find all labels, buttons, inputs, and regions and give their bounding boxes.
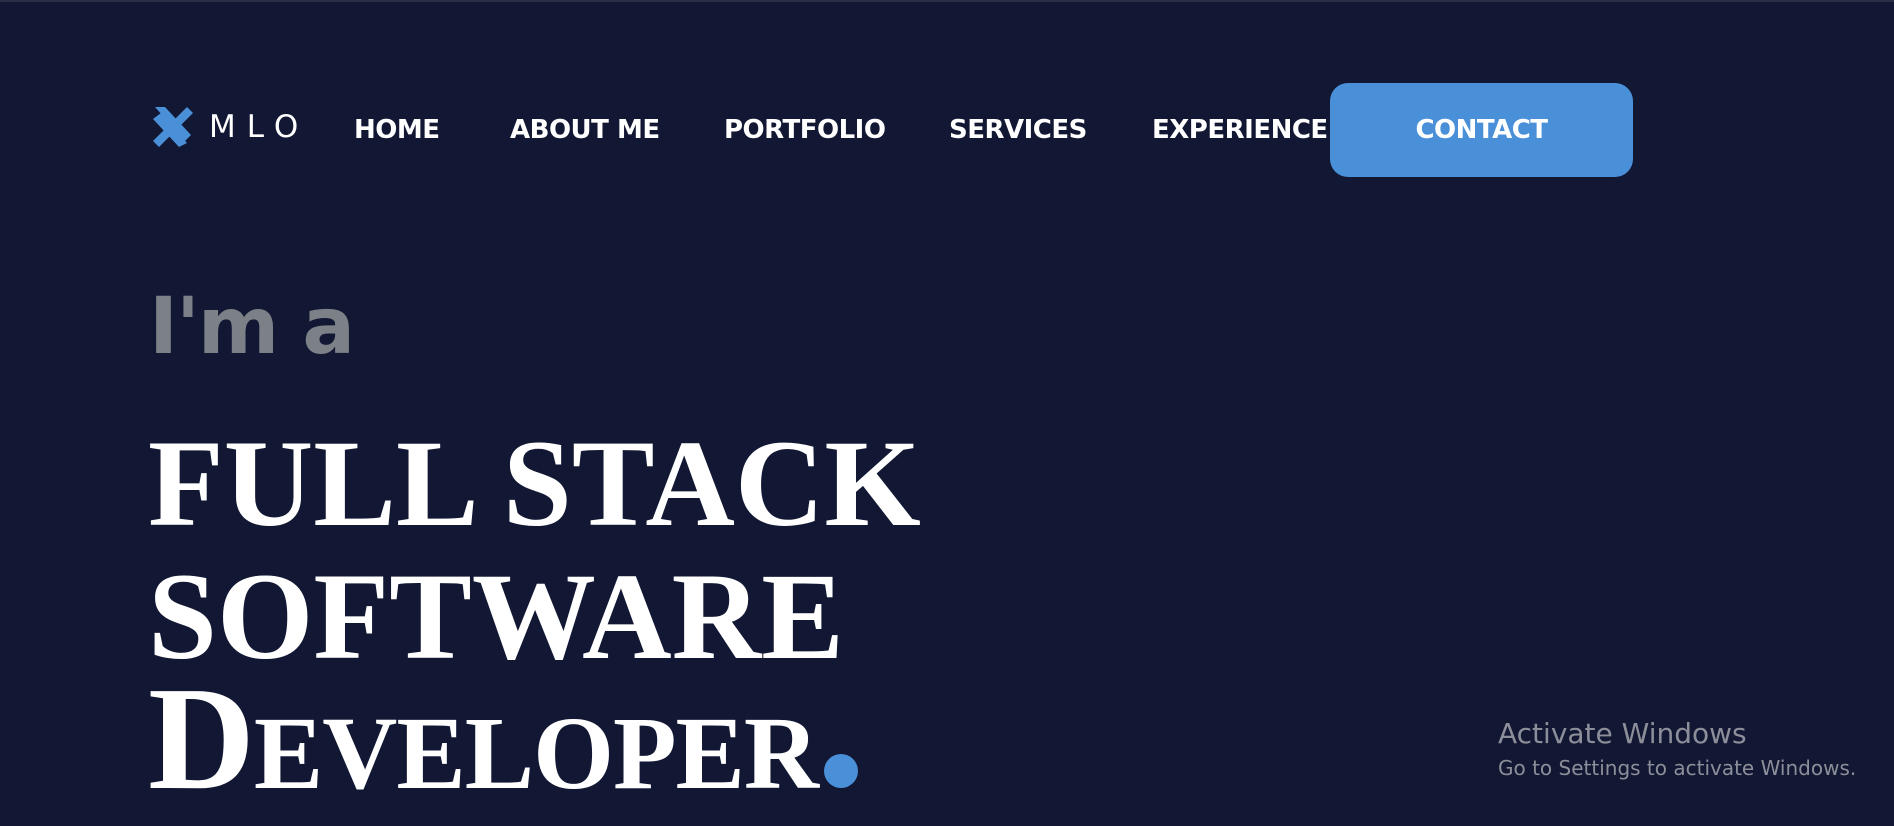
nav-home[interactable]: HOME xyxy=(354,112,440,148)
nav-portfolio[interactable]: PORTFOLIO xyxy=(724,112,886,148)
hero-line-developer: Developer xyxy=(148,665,858,813)
hero-line-full-stack: FULL STACK xyxy=(148,415,921,552)
hero-developer-text: Developer xyxy=(148,657,819,821)
nav-about-me[interactable]: ABOUT ME xyxy=(510,112,660,148)
hero-intro: I'm a xyxy=(149,282,355,372)
nav-services[interactable]: SERVICES xyxy=(949,112,1087,148)
site-logo[interactable]: MLO xyxy=(151,105,309,149)
x-stripes-logo-icon xyxy=(153,107,193,147)
accent-dot xyxy=(823,754,858,788)
watermark-title: Activate Windows xyxy=(1498,717,1747,750)
nav-experience[interactable]: EXPERIENCE xyxy=(1152,112,1328,148)
contact-button[interactable]: CONTACT xyxy=(1330,83,1633,177)
logo-text: MLO xyxy=(209,108,310,145)
activate-windows-watermark: Activate Windows Go to Settings to activ… xyxy=(1498,716,1856,782)
watermark-subtitle: Go to Settings to activate Windows. xyxy=(1498,756,1857,780)
